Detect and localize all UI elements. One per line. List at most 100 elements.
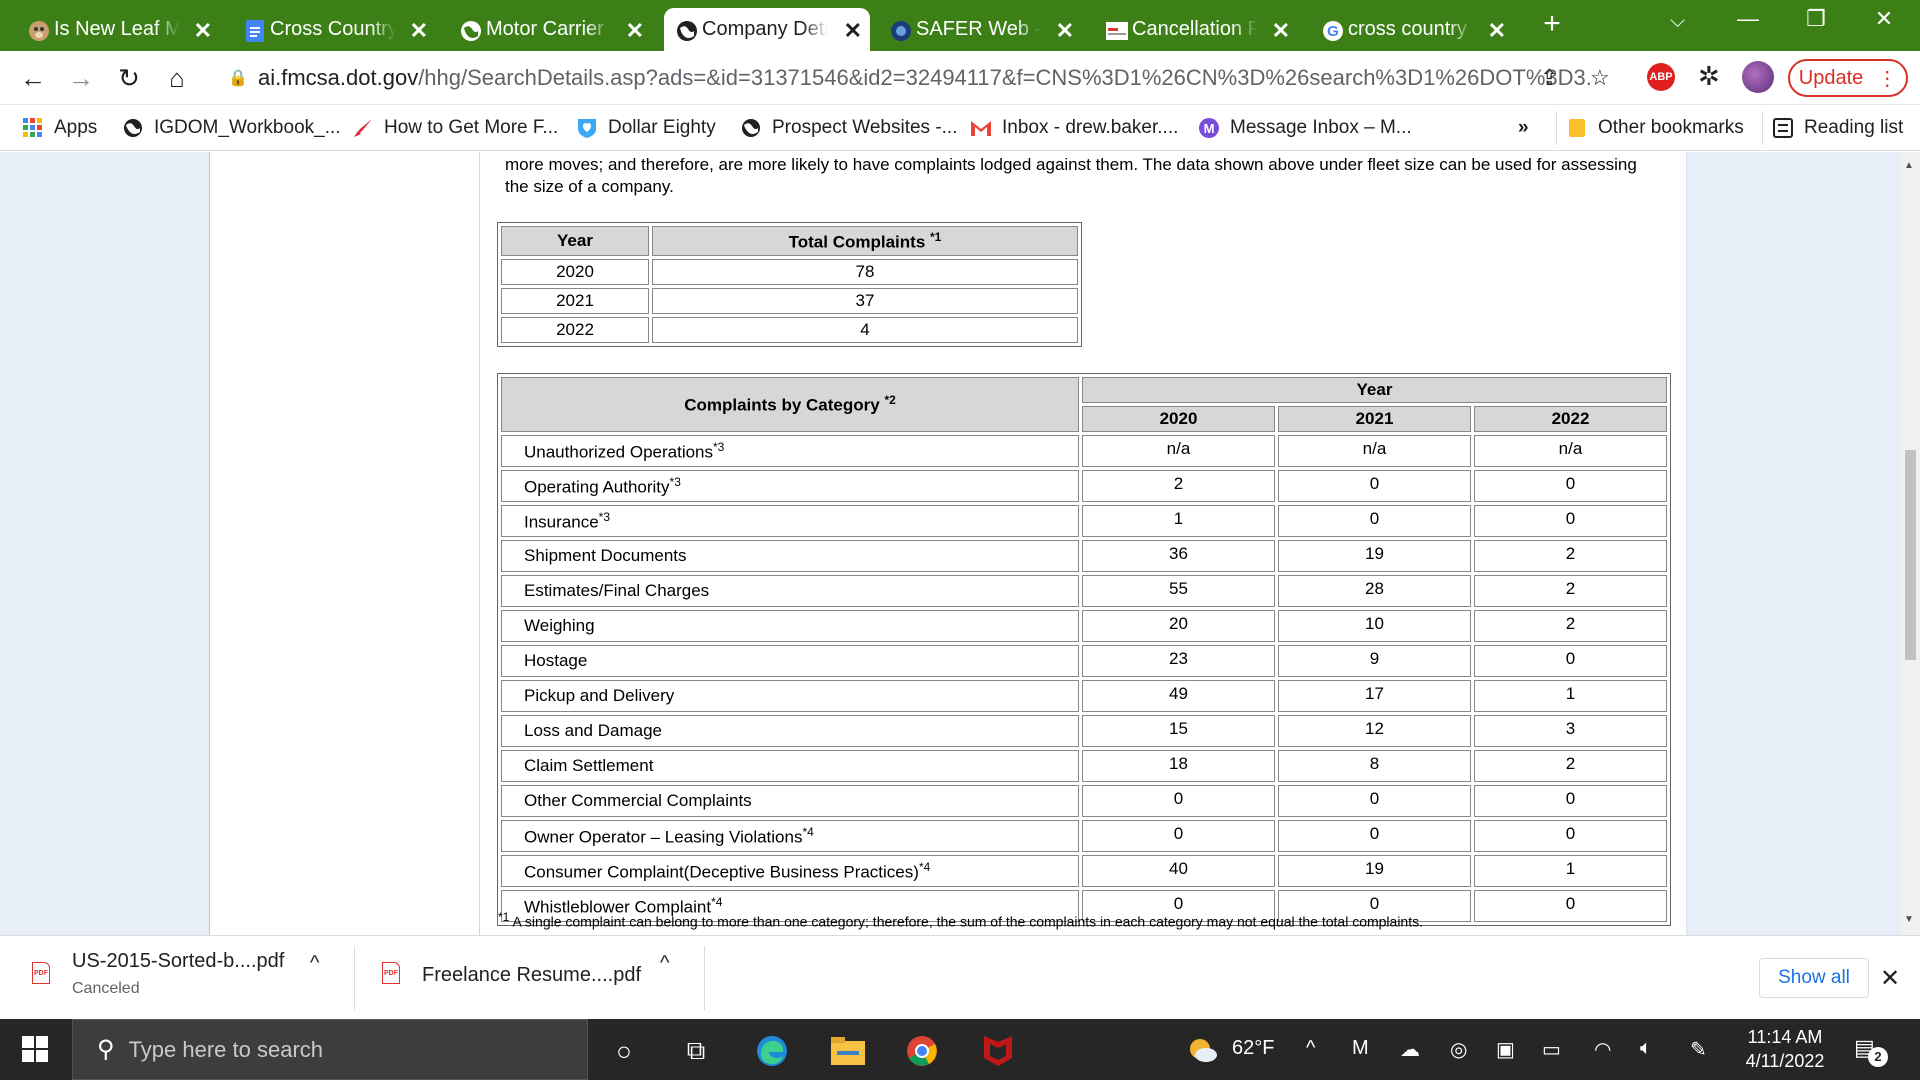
- tab-search-chevron-icon[interactable]: ⌵: [1670, 10, 1685, 33]
- count-cell: 23: [1082, 645, 1275, 677]
- taskbar-search-box[interactable]: ⚲ Type here to search: [72, 1019, 588, 1080]
- close-icon[interactable]: ✕: [194, 18, 212, 44]
- system-clock[interactable]: 11:14 AM 4/11/2022: [1730, 1025, 1840, 1073]
- close-icon[interactable]: ✕: [1056, 18, 1074, 44]
- table-row: 2022 4: [501, 317, 1078, 343]
- count-cell: 19: [1278, 540, 1471, 572]
- count-cell: 12: [1278, 715, 1471, 747]
- count-cell: 1: [1474, 855, 1667, 887]
- table-row: 2020 78: [501, 259, 1078, 285]
- teams-meet-icon[interactable]: ◎: [1450, 1037, 1467, 1062]
- count-cell: 0: [1474, 820, 1667, 852]
- footnote: *1 A single complaint can belong to more…: [498, 910, 1423, 930]
- adblock-plus-icon[interactable]: ABP: [1647, 63, 1675, 91]
- pen-icon[interactable]: ✎: [1690, 1037, 1707, 1062]
- tab-3-active[interactable]: Company Deta ✕: [664, 8, 870, 51]
- tab-strip: Is New Leaf Mo ✕ Cross Country | ✕ Motor…: [0, 0, 1920, 51]
- col-total-complaints: Total Complaints *1: [652, 226, 1078, 256]
- category-header-label: Complaints by Category: [684, 395, 880, 415]
- category-label-cell: Pickup and Delivery: [501, 680, 1079, 712]
- tab-4[interactable]: SAFER Web - C ✕: [890, 8, 1082, 51]
- close-icon[interactable]: ✕: [1488, 18, 1506, 44]
- vertical-scrollbar[interactable]: ▲ ▼: [1900, 152, 1920, 935]
- scroll-down-arrow-icon[interactable]: ▼: [1904, 914, 1914, 925]
- onedrive-cloud-icon[interactable]: ☁: [1400, 1037, 1420, 1062]
- bookmark-star-icon[interactable]: ☆: [1590, 65, 1610, 91]
- restore-icon[interactable]: ❐: [1796, 6, 1836, 32]
- table-header-row: Year Total Complaints *1: [501, 226, 1078, 256]
- update-button[interactable]: Update ⋮: [1788, 59, 1908, 97]
- scrollbar-thumb[interactable]: [1905, 450, 1916, 660]
- address-bar[interactable]: 🔒 ai.fmcsa.dot.gov/hhg/SearchDetails.asp…: [210, 57, 1590, 99]
- forward-arrow-icon[interactable]: →: [66, 63, 96, 93]
- close-icon[interactable]: ✕: [1880, 964, 1900, 993]
- weather-icon[interactable]: [1188, 1037, 1218, 1069]
- category-label: Insurance: [524, 512, 599, 532]
- home-icon[interactable]: ⌂: [162, 63, 192, 93]
- count-cell: 55: [1082, 575, 1275, 607]
- task-view-icon[interactable]: ⧉: [676, 1031, 716, 1071]
- minimize-icon[interactable]: —: [1728, 6, 1768, 32]
- bookmark-inbox-gmail[interactable]: Inbox - drew.baker....: [970, 113, 1178, 143]
- bookmark-igdom[interactable]: IGDOM_Workbook_...: [122, 113, 341, 143]
- download-item-1[interactable]: PDF Freelance Resume....pdf: [382, 948, 672, 1008]
- bookmark-dollar-eighty[interactable]: Dollar Eighty: [576, 113, 716, 143]
- new-tab-button[interactable]: +: [1536, 8, 1568, 40]
- file-explorer-icon[interactable]: [828, 1031, 868, 1071]
- bookmark-prospect-websites[interactable]: Prospect Websites -...: [740, 113, 958, 143]
- mcafee-tray-icon[interactable]: M: [1352, 1037, 1369, 1060]
- close-icon[interactable]: ✕: [844, 18, 862, 44]
- category-label-cell: Shipment Documents: [501, 540, 1079, 572]
- bookmark-message-inbox[interactable]: M Message Inbox – M...: [1198, 113, 1412, 143]
- close-icon[interactable]: ✕: [410, 18, 428, 44]
- battery-icon[interactable]: ▭: [1542, 1037, 1561, 1062]
- apps-grid-icon: [22, 117, 44, 139]
- reload-icon[interactable]: ↻: [114, 63, 144, 93]
- profile-avatar[interactable]: [1742, 61, 1774, 93]
- footnote-mark: *3: [598, 509, 611, 524]
- scroll-up-arrow-icon[interactable]: ▲: [1904, 160, 1914, 171]
- count-cell: 8: [1278, 750, 1471, 782]
- bookmarks-overflow-chevron-icon[interactable]: »: [1518, 113, 1529, 143]
- bookmark-how-to[interactable]: How to Get More F...: [352, 113, 558, 143]
- download-item-0[interactable]: PDF US-2015-Sorted-b....pdf Canceled: [32, 948, 342, 1008]
- tab-title: Is New Leaf Mo: [54, 18, 180, 40]
- share-icon[interactable]: ⇪: [1540, 65, 1558, 91]
- table-row: 2021 37: [501, 288, 1078, 314]
- tab-5[interactable]: Cancellation Po ✕: [1106, 8, 1298, 51]
- tab-6[interactable]: G cross country m ✕: [1322, 8, 1514, 51]
- notification-center-icon[interactable]: ▤ 2: [1854, 1035, 1888, 1067]
- mcafee-icon[interactable]: [978, 1031, 1018, 1071]
- chevron-up-icon[interactable]: ^: [310, 952, 319, 975]
- close-icon[interactable]: ✕: [1272, 18, 1290, 44]
- close-icon[interactable]: ✕: [626, 18, 644, 44]
- tab-2[interactable]: Motor Carrier D ✕: [460, 8, 652, 51]
- bookmark-other[interactable]: Other bookmarks: [1566, 113, 1744, 143]
- edge-icon[interactable]: [752, 1031, 792, 1071]
- tab-0[interactable]: Is New Leaf Mo ✕: [28, 8, 220, 51]
- count-cell: 9: [1278, 645, 1471, 677]
- table-row: Weighing 20 10 2: [501, 610, 1667, 642]
- show-all-button[interactable]: Show all: [1759, 958, 1869, 998]
- chevron-up-icon[interactable]: ^: [660, 952, 669, 975]
- tab-1[interactable]: Cross Country | ✕: [244, 8, 436, 51]
- back-arrow-icon[interactable]: ←: [18, 63, 48, 93]
- chrome-icon[interactable]: [902, 1031, 942, 1071]
- weather-temp[interactable]: 62°F: [1232, 1037, 1274, 1060]
- category-label: Hostage: [524, 651, 588, 670]
- docs-icon: [244, 20, 266, 42]
- window-close-icon[interactable]: ✕: [1864, 6, 1904, 32]
- count-cell: 20: [1082, 610, 1275, 642]
- reading-list[interactable]: Reading list: [1772, 113, 1903, 143]
- tray-chevron-up-icon[interactable]: ^: [1306, 1037, 1315, 1060]
- bookmark-apps[interactable]: Apps: [22, 113, 97, 143]
- table-row: Owner Operator – Leasing Violations*4 0 0 0: [501, 820, 1667, 852]
- display-icon[interactable]: ▣: [1496, 1037, 1515, 1062]
- bookmark-label: Message Inbox – M...: [1230, 117, 1412, 138]
- cortana-icon[interactable]: ○: [604, 1031, 644, 1071]
- windows-start-icon[interactable]: [22, 1036, 48, 1062]
- extensions-puzzle-icon[interactable]: ✲: [1698, 61, 1720, 92]
- volume-icon[interactable]: 🔈︎: [1640, 1037, 1652, 1060]
- count-cell: 3: [1474, 715, 1667, 747]
- wifi-icon[interactable]: ◠: [1594, 1037, 1611, 1062]
